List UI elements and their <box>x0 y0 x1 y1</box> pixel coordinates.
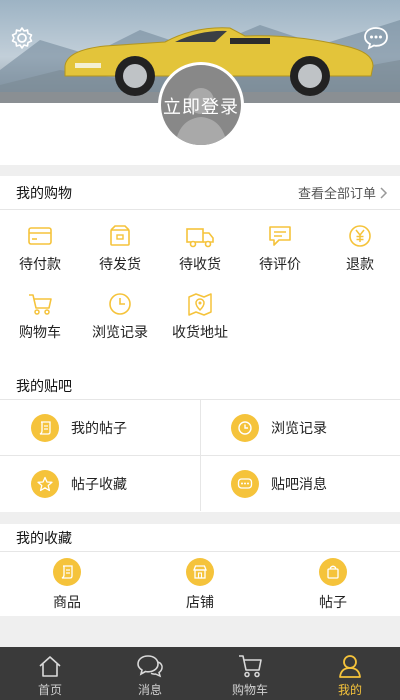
browsing-history-item[interactable]: 浏览记录 <box>80 290 160 342</box>
clock-icon <box>109 293 131 315</box>
map-pin-icon <box>188 293 212 316</box>
forum-header: 我的贴吧 <box>0 372 400 400</box>
favorite-item-label: 帖子 <box>319 595 347 611</box>
view-all-orders-link[interactable]: 查看全部订单 <box>298 183 388 202</box>
order-item-label: 待收货 <box>179 257 221 273</box>
message-icon <box>231 469 259 498</box>
user-icon <box>339 655 361 678</box>
tab-cart[interactable]: 购物车 <box>200 647 300 700</box>
tab-label: 我的 <box>337 683 362 697</box>
forum-messages-item[interactable]: 贴吧消息 <box>200 456 400 511</box>
login-label: 立即登录 <box>163 97 239 118</box>
truck-icon <box>186 228 214 248</box>
bottom-tab-bar: 首页 消息 购物车 我的 <box>0 647 400 700</box>
comment-icon <box>269 226 291 246</box>
forum-history-item[interactable]: 浏览记录 <box>200 400 400 455</box>
shopping-header: 我的购物 查看全部订单 <box>0 176 400 210</box>
order-pending-receipt[interactable]: 待收货 <box>160 222 240 274</box>
forum-title: 我的贴吧 <box>16 378 72 395</box>
tab-label: 首页 <box>37 683 62 697</box>
forum-grid: 我的帖子 浏览记录 帖子收藏 贴吧消息 <box>0 400 400 512</box>
favorites-row: 商品 店铺 帖子 <box>0 552 400 616</box>
favorite-item-label: 店铺 <box>186 595 214 611</box>
favorites-header: 我的收藏 <box>0 524 400 552</box>
star-icon <box>31 469 59 498</box>
order-pending-shipment[interactable]: 待发货 <box>80 222 160 274</box>
messages-button[interactable] <box>362 24 390 52</box>
favorites-title: 我的收藏 <box>16 530 72 547</box>
chat-bubbles-icon <box>137 655 163 678</box>
favorite-posts-item[interactable]: 帖子 <box>288 558 378 612</box>
forum-section: 我的贴吧 我的帖子 浏览记录 帖子收藏 贴吧消息 <box>0 372 400 512</box>
box-icon <box>110 225 130 246</box>
shopping-title: 我的购物 <box>16 185 72 202</box>
bag-icon <box>319 558 347 586</box>
forum-item-label: 我的帖子 <box>71 420 127 437</box>
order-item-label: 待评价 <box>259 257 301 273</box>
cart-icon <box>239 655 262 678</box>
login-avatar[interactable]: 立即登录 <box>158 62 244 148</box>
order-item-label: 退款 <box>346 257 374 273</box>
yen-icon <box>349 225 371 247</box>
order-item-label: 待付款 <box>19 257 61 273</box>
tab-home[interactable]: 首页 <box>0 647 100 700</box>
order-grid: 待付款 待发货 待收货 待评价 退款 购物车 浏览记录 收货地址 <box>0 210 400 394</box>
view-all-orders-label: 查看全部订单 <box>297 187 376 202</box>
settings-button[interactable] <box>8 24 36 52</box>
product-icon <box>53 558 81 586</box>
shopping-cart-item[interactable]: 购物车 <box>0 290 80 342</box>
post-favorites-item[interactable]: 帖子收藏 <box>0 456 200 511</box>
tab-me[interactable]: 我的 <box>300 647 400 700</box>
shipping-address-item[interactable]: 收货地址 <box>160 290 240 342</box>
favorite-item-label: 商品 <box>53 595 81 611</box>
chat-bubble-icon <box>364 27 388 50</box>
forum-item-label: 帖子收藏 <box>71 476 127 493</box>
chevron-right-icon <box>380 186 388 199</box>
order-pending-payment[interactable]: 待付款 <box>0 222 80 274</box>
order-item-label: 购物车 <box>19 325 61 341</box>
favorite-products-item[interactable]: 商品 <box>22 558 112 612</box>
forum-item-label: 浏览记录 <box>271 420 327 437</box>
order-item-label: 浏览记录 <box>92 325 148 341</box>
tab-messages[interactable]: 消息 <box>100 647 200 700</box>
order-refund[interactable]: 退款 <box>320 222 400 274</box>
forum-item-label: 贴吧消息 <box>271 476 327 493</box>
my-posts-item[interactable]: 我的帖子 <box>0 400 200 455</box>
scroll-icon <box>31 413 59 442</box>
order-item-label: 待发货 <box>99 257 141 273</box>
tab-label: 购物车 <box>231 683 268 697</box>
card-icon <box>28 227 52 245</box>
favorites-section: 我的收藏 商品 店铺 帖子 <box>0 524 400 616</box>
shop-icon <box>186 558 214 586</box>
clock-icon <box>231 413 259 442</box>
cart-icon <box>29 294 52 315</box>
order-pending-review[interactable]: 待评价 <box>240 222 320 274</box>
tab-label: 消息 <box>137 683 162 697</box>
favorite-shops-item[interactable]: 店铺 <box>155 558 245 612</box>
settings-gear-icon <box>11 27 33 49</box>
shopping-section: 我的购物 查看全部订单 待付款 待发货 待收货 待评价 退款 购物车 浏览记录 … <box>0 176 400 394</box>
home-icon <box>39 656 61 677</box>
order-item-label: 收货地址 <box>172 325 228 341</box>
